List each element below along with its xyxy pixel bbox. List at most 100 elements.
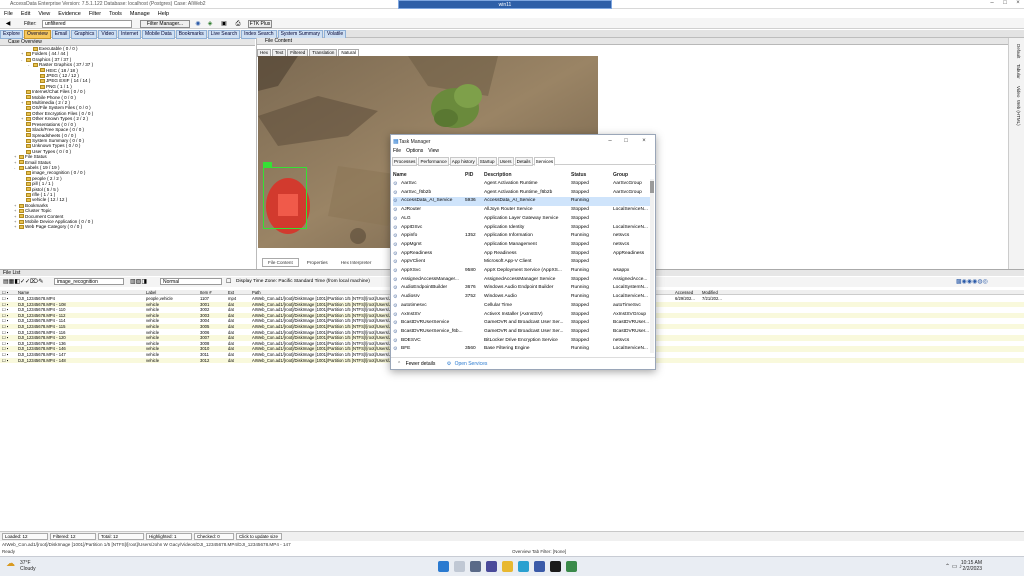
tab-video[interactable]: Video [98, 30, 118, 39]
tm-minimize-icon[interactable]: – [603, 137, 617, 145]
row-checkbox[interactable]: ☐ ▪ [2, 307, 16, 312]
side-tab-video[interactable]: Video [1016, 86, 1021, 97]
menu-evidence[interactable]: Evidence [54, 10, 85, 18]
row-checkbox[interactable]: ☐ ▪ [2, 335, 16, 340]
tm-col-pid[interactable]: PID [465, 172, 473, 178]
service-row[interactable]: ⚙ Appinfo 1352 Application Information Runni… [393, 232, 651, 240]
column-name[interactable]: Name [18, 290, 143, 295]
side-tab-web[interactable]: Web (HTML) [1016, 100, 1021, 126]
task-view-icon[interactable] [470, 561, 481, 572]
menu-view[interactable]: View [34, 10, 54, 18]
ftk-plus-button[interactable]: FTK Plus [248, 20, 272, 28]
tm-close-icon[interactable]: × [637, 137, 651, 145]
print-icon[interactable]: ⎙ [234, 20, 242, 28]
row-checkbox[interactable]: ☐ ▪ [2, 302, 16, 307]
service-row[interactable]: ⚙ BFE 3560 Base Filtering Engine Running Loca… [393, 345, 651, 353]
service-row[interactable]: ⚙ ALG Application Layer Gateway Service Sto… [393, 215, 651, 223]
tm-col-name[interactable]: Name [393, 172, 407, 178]
menu-help[interactable]: Help [154, 10, 173, 18]
tab-properties[interactable]: Properties [302, 259, 333, 266]
row-checkbox[interactable]: ☐ ▪ [2, 318, 16, 323]
view-select[interactable]: Normal [160, 278, 222, 285]
tab-explore[interactable]: Explore [0, 30, 23, 39]
fewer-details-link[interactable]: Fewer details [406, 361, 436, 367]
tm-menu-view[interactable]: View [428, 148, 439, 154]
side-tab-tabular[interactable]: Tabular [1016, 64, 1021, 79]
tm-menu-file[interactable]: File [393, 148, 401, 154]
service-row[interactable]: ⚙ BcastDVRUserService GameDVR and Broadcas… [393, 319, 651, 327]
menu-manage[interactable]: Manage [126, 10, 154, 18]
maximize-icon[interactable]: □ [999, 0, 1011, 9]
side-tab-default[interactable]: Default [1016, 44, 1021, 58]
open-services-icon[interactable]: ⚙ [447, 361, 451, 367]
fewer-details-icon[interactable]: ⌃ [397, 361, 401, 367]
open-services-link[interactable]: Open Services [455, 361, 488, 367]
export-icons[interactable]: ▩◉◉◉◍◎ [956, 278, 988, 285]
tab-graphics[interactable]: Graphics [71, 30, 98, 39]
tm-tab-performance[interactable]: Performance [418, 157, 449, 166]
task-manager-window[interactable]: ▦ Task Manager – □ × File Options View Pro… [390, 134, 656, 370]
tm-menu-options[interactable]: Options [406, 148, 423, 154]
service-row[interactable]: ⚙ AccessData_AI_Service 5936 AccessData_AI_… [393, 197, 651, 206]
filter-manager-button[interactable]: Filter Manager... [140, 20, 190, 28]
service-row[interactable]: ⚙ Audiosrv 3752 Windows Audio Running LocalSe… [393, 293, 651, 301]
tm-scrollbar[interactable] [650, 179, 654, 353]
row-checkbox[interactable]: ☐ ▪ [2, 324, 16, 329]
row-checkbox[interactable]: ☐ ▪ [2, 341, 16, 346]
list-view-icons[interactable]: ▥▧◨ [130, 278, 147, 285]
service-row[interactable]: ⚙ AppIDSvc Application Identity Stopped Loca… [393, 224, 651, 232]
service-row[interactable]: ⚙ AppVClient Microsoft App-V Client Stopped [393, 258, 651, 266]
view-icon[interactable]: ▣ [220, 20, 228, 28]
tab-internet[interactable]: Internet [118, 30, 141, 39]
column-modified[interactable]: Modified [702, 290, 728, 295]
column-item[interactable]: Item # [200, 290, 226, 295]
refresh-icon[interactable]: ◈ [206, 20, 214, 28]
menu-file[interactable]: File [0, 10, 17, 18]
tm-tab-startup[interactable]: Startup [477, 157, 497, 166]
weather-widget[interactable]: ☁ 37°F Cloudy [6, 559, 36, 573]
system-tray-icons[interactable]: ⌃ ▭ ♪ [945, 563, 962, 570]
service-row[interactable]: ⚙ AarSvc_f6b2b Agent Activation Runtime_f6… [393, 189, 651, 197]
column-checkbox[interactable]: ☐ ▪ [2, 290, 16, 295]
service-row[interactable]: ⚙ AppReadiness App Readiness Stopped AppRead… [393, 250, 651, 258]
tab-bookmarks[interactable]: Bookmarks [175, 30, 207, 39]
filter-select[interactable]: unfiltered [42, 20, 132, 28]
tree-node[interactable]: + Web Page Category ( 0 / 0 ) [0, 224, 255, 229]
clock[interactable]: 10:15 AM 2/2/2023 [961, 560, 982, 572]
update-size-button[interactable]: Click to update size [236, 533, 282, 540]
tm-scroll-thumb[interactable] [650, 181, 654, 193]
menu-filter[interactable]: Filter [85, 10, 105, 18]
store-icon[interactable] [534, 561, 545, 572]
tm-maximize-icon[interactable]: □ [619, 137, 633, 145]
filter-toggle-icon[interactable]: ◉ [194, 20, 202, 28]
service-row[interactable]: ⚙ AxInstSV ActiveX Installer (AxInstSV) Sto… [393, 311, 651, 319]
label-filter-select[interactable]: image_recognition [54, 278, 124, 285]
service-row[interactable]: ⚙ AppXSvc 9580 AppX Deployment Service (App… [393, 267, 651, 275]
tm-col-status[interactable]: Status [571, 172, 586, 178]
tm-tab-app-history[interactable]: App history [449, 157, 477, 166]
list-tool-icons[interactable]: ▤▦◧✓✓⌦✎ [3, 278, 44, 285]
row-checkbox[interactable]: ☐ ▪ [2, 313, 16, 318]
column-accessed[interactable]: Accessed [675, 290, 701, 295]
menu-tools[interactable]: Tools [105, 10, 126, 18]
remote-session-bar[interactable]: win11 [398, 0, 612, 9]
tab-email[interactable]: Email [51, 30, 71, 39]
tm-tab-details[interactable]: Details [514, 157, 533, 166]
service-row[interactable]: ⚙ AssignedAccessManager... AssignedAccessM… [393, 276, 651, 284]
tm-tab-processes[interactable]: Processes [392, 157, 418, 166]
column-ext[interactable]: Ext [228, 290, 250, 295]
service-row[interactable]: ⚙ BcastDVRUserService_f6b... GameDVR and B… [393, 328, 651, 336]
tm-tab-users[interactable]: Users [497, 157, 514, 166]
service-row[interactable]: ⚙ AJRouter AllJoyn Router Service Stopped Lo… [393, 206, 651, 214]
back-icon[interactable]: ◀ [4, 20, 12, 28]
row-checkbox[interactable]: ☐ ▪ [2, 358, 16, 363]
column-label[interactable]: Label [146, 290, 198, 295]
tab-overview[interactable]: Overview [23, 30, 51, 39]
tab-live-search[interactable]: Live Search [207, 30, 241, 39]
service-row[interactable]: ⚙ AppMgmt Application Management Stopped net… [393, 241, 651, 249]
start-icon[interactable] [438, 561, 449, 572]
service-row[interactable]: ⚙ autotimesvc Cellular Time Stopped autoTime… [393, 302, 651, 310]
row-checkbox[interactable]: ☐ ▪ [2, 346, 16, 351]
teams-icon[interactable] [486, 561, 497, 572]
close-icon[interactable]: × [1012, 0, 1024, 9]
